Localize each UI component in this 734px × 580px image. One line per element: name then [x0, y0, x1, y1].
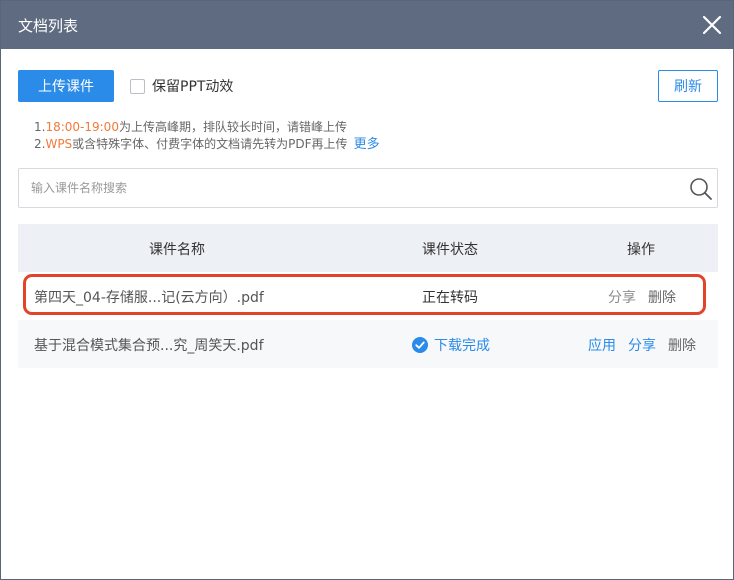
table-row[interactable]: 第四天_04-存储服...记(云方向）.pdf 正在转码 分享 删除	[18, 272, 718, 320]
tip-line-2: 2.WPS或含特殊字体、付费字体的文档请先转为PDF再上传 更多	[34, 136, 380, 153]
refresh-button[interactable]: 刷新	[658, 70, 718, 102]
delete-button[interactable]: 删除	[648, 287, 676, 307]
row-status: 下载完成	[412, 335, 490, 355]
table-header: 课件名称 课件状态 操作	[18, 224, 718, 272]
share-button[interactable]: 分享	[628, 335, 656, 355]
search-input[interactable]	[31, 178, 671, 198]
keep-ppt-animation-checkbox[interactable]: 保留PPT动效	[130, 77, 233, 95]
header-status: 课件状态	[422, 242, 478, 258]
upload-courseware-button[interactable]: 上传课件	[18, 70, 114, 102]
titlebar: 文档列表	[1, 1, 733, 49]
keep-ppt-animation-label: 保留PPT动效	[152, 79, 234, 95]
check-circle-icon	[412, 337, 428, 353]
search-icon[interactable]	[689, 177, 713, 201]
row-status-text: 下载完成	[434, 338, 490, 354]
checkbox-box[interactable]	[130, 78, 145, 94]
row-file-name: 第四天_04-存储服...记(云方向）.pdf	[34, 290, 264, 306]
row-file-name: 基于混合模式集合预...究_周笑天.pdf	[34, 338, 264, 354]
close-icon[interactable]	[701, 14, 723, 36]
header-name: 课件名称	[149, 242, 205, 258]
upload-tips: 1.18:00-19:00为上传高峰期，排队较长时间，请错峰上传 2.WPS或含…	[34, 119, 380, 153]
delete-button[interactable]: 删除	[668, 335, 696, 355]
tip-1-text: 为上传高峰期，排队较长时间，请错峰上传	[118, 120, 347, 134]
more-link[interactable]: 更多	[354, 137, 380, 152]
share-button[interactable]: 分享	[608, 287, 636, 307]
tip-2-highlight: WPS	[45, 137, 73, 151]
tip-2-text: 或含特殊字体、付费字体的文档请先转为PDF再上传	[72, 137, 348, 151]
row-status: 正在转码	[422, 290, 478, 306]
apply-button[interactable]: 应用	[588, 335, 616, 355]
document-list-dialog: 文档列表 上传课件 保留PPT动效 刷新 1.18:00-19:00为上传高峰期…	[0, 0, 734, 580]
header-actions: 操作	[627, 242, 655, 258]
tip-1-index: 1.	[34, 120, 46, 134]
tip-2-index: 2.	[34, 137, 46, 151]
dialog-title: 文档列表	[18, 17, 79, 35]
tip-1-highlight: 18:00-19:00	[45, 120, 119, 134]
tip-line-1: 1.18:00-19:00为上传高峰期，排队较长时间，请错峰上传	[34, 119, 380, 136]
table-row[interactable]: 基于混合模式集合预...究_周笑天.pdf 下载完成 应用 分享 删除	[18, 320, 718, 368]
search-box	[18, 168, 718, 208]
courseware-table: 课件名称 课件状态 操作 第四天_04-存储服...记(云方向）.pdf 正在转…	[18, 224, 718, 368]
